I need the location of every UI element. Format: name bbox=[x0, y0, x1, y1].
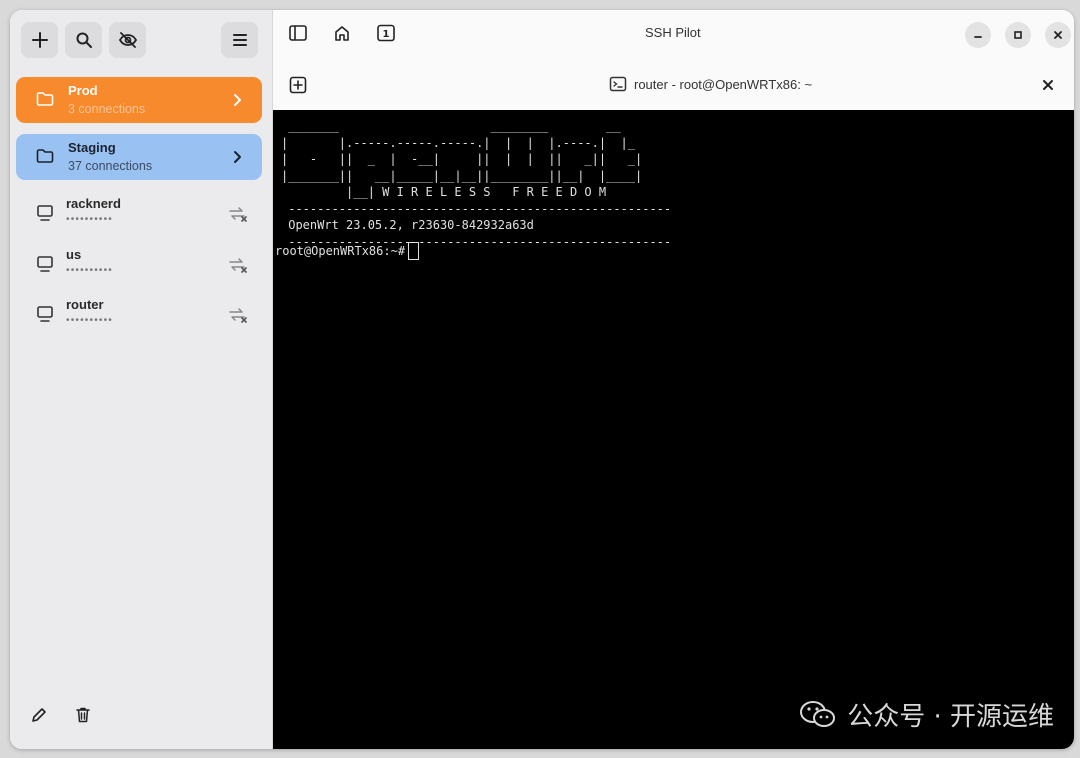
watermark-text: 公众号 · 开源运维 bbox=[847, 702, 1054, 732]
terminal-line: | - || _ | -__| || | | || _|| _| bbox=[281, 152, 643, 166]
svg-text:1: 1 bbox=[383, 29, 390, 40]
tab-title: router - root@OpenWRTx86: ~ bbox=[634, 76, 813, 92]
tab-count-icon[interactable]: 1 bbox=[376, 24, 396, 42]
edit-icon bbox=[32, 708, 46, 722]
host-name: racknerd bbox=[66, 196, 121, 211]
group-staging[interactable]: Staging 37 connections bbox=[16, 134, 262, 180]
maximize-button[interactable] bbox=[1005, 22, 1031, 48]
edit-button[interactable] bbox=[30, 706, 48, 729]
window-title: SSH Pilot bbox=[645, 25, 701, 40]
host-detail: •••••••••• bbox=[66, 265, 114, 276]
search-button[interactable] bbox=[65, 22, 102, 58]
terminal-line: | |.-----.-----.-----.| | | |.----.| |_ bbox=[281, 135, 636, 150]
folder-icon bbox=[36, 149, 54, 163]
group-count: 37 connections bbox=[68, 159, 153, 173]
hide-hosts-button[interactable] bbox=[109, 22, 146, 58]
menu-icon bbox=[232, 34, 247, 46]
close-window-button[interactable] bbox=[1045, 22, 1071, 48]
chevron-right-icon bbox=[234, 151, 241, 163]
terminal-icon bbox=[609, 76, 627, 92]
minimize-button[interactable] bbox=[965, 22, 991, 48]
app-window: Prod 3 connections Staging 37 connection… bbox=[10, 10, 1074, 749]
terminal-cursor bbox=[408, 242, 420, 260]
wechat-icon bbox=[800, 700, 836, 727]
folder-icon bbox=[36, 92, 54, 106]
new-tab-icon[interactable] bbox=[289, 76, 307, 94]
terminal-line: OpenWrt 23.05.2, r23630-842932a63d bbox=[281, 218, 534, 232]
host-item-router[interactable]: router •••••••••• bbox=[16, 293, 262, 339]
group-name: Staging bbox=[68, 140, 116, 155]
computer-icon bbox=[37, 205, 53, 221]
add-icon bbox=[31, 32, 48, 48]
computer-icon bbox=[37, 306, 53, 322]
tab-router[interactable]: router - root@OpenWRTx86: ~ bbox=[609, 76, 812, 92]
prompt-text: root@OpenWRTx86:~# bbox=[275, 244, 406, 258]
host-detail: •••••••••• bbox=[66, 214, 114, 225]
terminal-line: _______ ________ __ bbox=[281, 119, 621, 133]
disconnected-icon bbox=[229, 308, 247, 323]
group-count: 3 connections bbox=[68, 102, 146, 116]
group-name: Prod bbox=[68, 83, 98, 98]
maximize-icon bbox=[1014, 31, 1022, 39]
host-detail: •••••••••• bbox=[66, 315, 114, 326]
terminal-line: |_______|| __|_____|__|__||________||__|… bbox=[281, 168, 643, 183]
watermark: 公众号 · 开源运维 bbox=[799, 696, 1054, 733]
tab-bar: router - root@OpenWRTx86: ~ bbox=[273, 58, 1074, 110]
home-icon[interactable] bbox=[333, 24, 351, 42]
terminal-line: |__| W I R E L E S S F R E E D O M bbox=[281, 185, 607, 199]
main-menu-button[interactable] bbox=[221, 22, 258, 58]
minimize-icon bbox=[974, 36, 982, 38]
terminal-view[interactable]: _______ ________ __ | |.-----.-----.----… bbox=[273, 110, 1074, 749]
close-tab-icon[interactable] bbox=[1042, 79, 1054, 91]
host-item-racknerd[interactable]: racknerd •••••••••• bbox=[16, 192, 262, 238]
sidebar-toggle-icon[interactable] bbox=[288, 24, 308, 42]
terminal-output: _______ ________ __ | |.-----.-----.----… bbox=[281, 118, 671, 250]
group-prod[interactable]: Prod 3 connections bbox=[16, 77, 262, 123]
disconnected-icon bbox=[229, 207, 247, 222]
host-name: us bbox=[66, 247, 82, 262]
delete-icon bbox=[76, 707, 90, 723]
disconnected-icon bbox=[229, 258, 247, 273]
host-item-us[interactable]: us •••••••••• bbox=[16, 243, 262, 289]
host-name: router bbox=[66, 297, 104, 312]
title-bar: 1 SSH Pilot bbox=[273, 10, 1074, 58]
hide-icon bbox=[118, 32, 137, 48]
chevron-right-icon bbox=[234, 94, 241, 106]
terminal-prompt: root@OpenWRTx86:~# bbox=[275, 242, 420, 260]
computer-icon bbox=[37, 256, 53, 272]
close-icon bbox=[1054, 31, 1062, 39]
sidebar: Prod 3 connections Staging 37 connection… bbox=[10, 10, 273, 749]
search-icon bbox=[76, 32, 92, 48]
terminal-line: ----------------------------------------… bbox=[281, 201, 672, 216]
add-connection-button[interactable] bbox=[21, 22, 58, 58]
delete-button[interactable] bbox=[74, 706, 92, 729]
